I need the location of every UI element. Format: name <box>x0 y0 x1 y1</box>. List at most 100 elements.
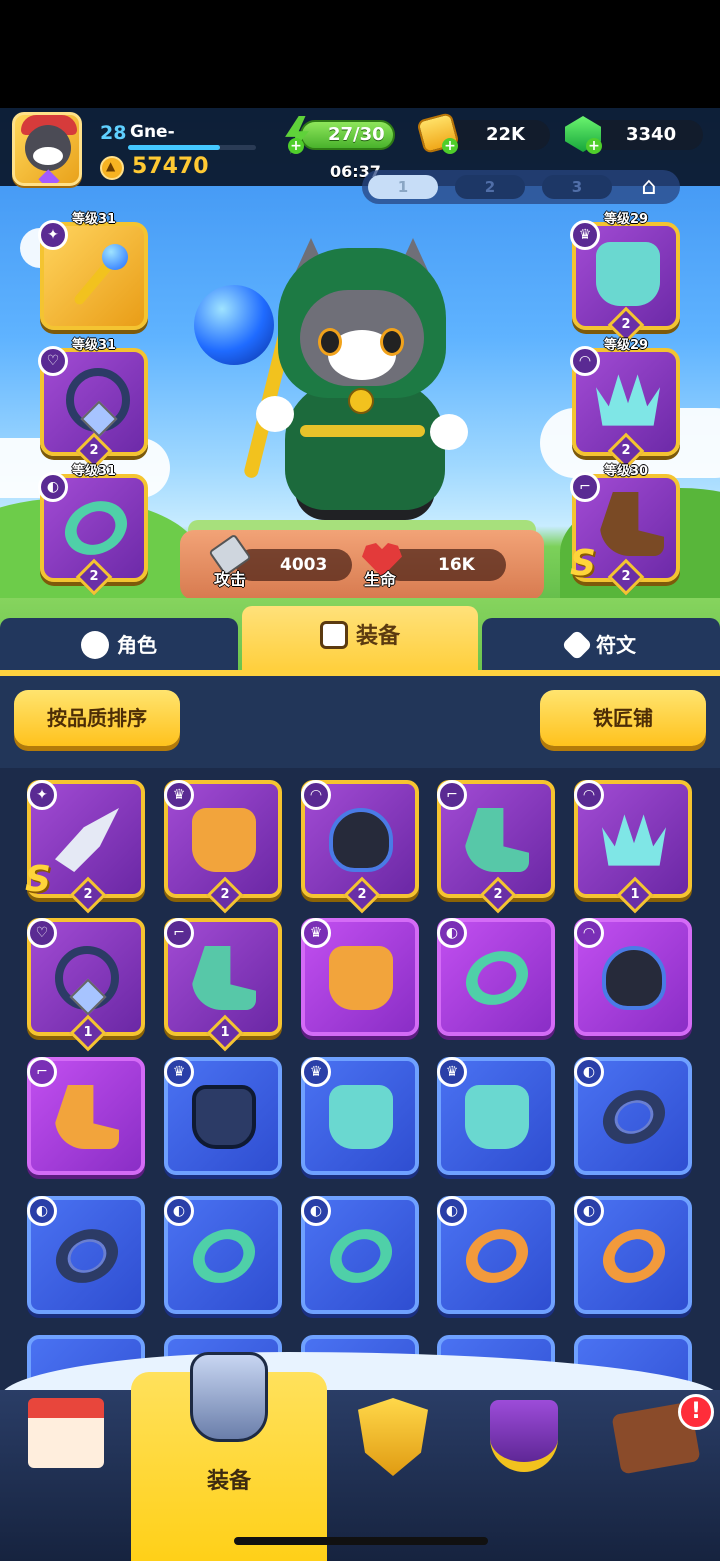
amulet-type-icon: ♡ <box>27 918 57 948</box>
blacksmith-button[interactable]: 铁匠铺 <box>540 690 706 746</box>
ring-icon <box>594 1219 674 1293</box>
armor-type-icon: ♛ <box>301 918 331 948</box>
inventory-item[interactable]: ⌐ 2 <box>437 780 555 914</box>
energy-value: 27/30 <box>328 124 385 145</box>
tab-equipment-label: 装备 <box>355 624 400 649</box>
inventory-item[interactable]: ◠ <box>574 918 692 1036</box>
armor-type-icon: ♛ <box>301 1057 331 1087</box>
inventory-item[interactable]: ◠ 2 <box>301 780 419 914</box>
bell-icon <box>348 388 374 414</box>
player-level: 28 <box>100 122 127 144</box>
add-energy-icon[interactable]: + <box>288 138 304 154</box>
crown-icon <box>596 374 660 426</box>
tab-character-label: 角色 <box>117 633 157 657</box>
inventory-item[interactable]: ♛ 2 <box>164 780 282 914</box>
equipped-helmet-slot[interactable]: 等级29 ◠ 2 <box>570 338 680 470</box>
inventory-item[interactable]: ♛ <box>301 918 419 1036</box>
inventory-item[interactable]: ♛ <box>301 1057 419 1175</box>
inventory-item[interactable]: ✦ S 2 <box>25 780 145 914</box>
ring-icon <box>321 1219 401 1293</box>
gem-value: 3340 <box>626 124 677 145</box>
player-avatar[interactable] <box>12 112 82 186</box>
equipped-armor-slot[interactable]: 等级29 ♛ 2 <box>570 212 680 344</box>
magic-orb-icon <box>194 285 274 365</box>
inventory-item[interactable]: ◐ <box>574 1057 692 1175</box>
cat-paw <box>430 414 468 450</box>
cat-eye <box>318 328 342 356</box>
amulet-icon <box>66 368 130 432</box>
tab-runes[interactable]: 符文 <box>482 618 720 672</box>
ring-icon <box>457 1219 537 1293</box>
ring-type-icon: ◐ <box>574 1196 604 1226</box>
ring-type-icon: ◐ <box>437 1196 467 1226</box>
ring-type-icon: ◐ <box>164 1196 194 1226</box>
equipped-weapon-slot[interactable]: 等级31 ✦ <box>38 212 148 330</box>
grade-badge: S <box>25 859 51 900</box>
cat-belt <box>300 425 425 437</box>
winged-boot-icon <box>600 492 664 556</box>
tab-equipment[interactable]: 装备 <box>242 606 478 672</box>
equipped-ring-slot[interactable]: 等级31 ◐ 2 <box>38 464 148 596</box>
amulet-type-icon: ♡ <box>38 346 68 376</box>
ring-type-icon: ◐ <box>574 1057 604 1087</box>
hanger-icon[interactable]: ⌂ <box>632 172 666 200</box>
inventory-item[interactable]: ♛ <box>164 1057 282 1175</box>
amulet-icon <box>55 946 119 1010</box>
notification-badge: ! <box>678 1394 714 1430</box>
tab-character[interactable]: 角色 <box>0 618 238 672</box>
inventory-item[interactable]: ◐ <box>574 1196 692 1314</box>
trophy-icon[interactable] <box>490 1400 558 1472</box>
inventory-item[interactable]: ◐ <box>437 1196 555 1314</box>
hp-pill: 16K <box>384 549 506 581</box>
helmet-type-icon: ◠ <box>574 780 604 810</box>
equipped-boots-slot[interactable]: 等级30 ⌐ S 2 <box>570 464 680 596</box>
ring-type-icon: ◐ <box>437 918 467 948</box>
chest-armor-icon <box>319 621 348 649</box>
boots-type-icon: ⌐ <box>437 780 467 810</box>
inventory-item[interactable]: ◐ <box>301 1196 419 1314</box>
shop-icon[interactable] <box>28 1398 104 1468</box>
inventory-item[interactable]: ♡ 1 <box>27 918 145 1052</box>
mask-icon <box>602 946 666 1010</box>
mask-icon <box>329 808 393 872</box>
boots-type-icon: ⌐ <box>27 1057 57 1087</box>
grade-badge: S <box>570 543 596 584</box>
player-name: Gne- <box>130 122 175 142</box>
sort-by-quality-button[interactable]: 按品质排序 <box>14 690 180 746</box>
preset-tab-3[interactable]: 3 <box>542 175 612 199</box>
cat-eye <box>380 328 404 356</box>
ring-icon <box>184 1219 264 1293</box>
attack-label: 攻击 <box>214 570 247 589</box>
add-gems-icon[interactable]: + <box>586 138 602 154</box>
inventory-item[interactable]: ◐ <box>27 1196 145 1314</box>
power-icon <box>100 156 124 180</box>
add-coins-icon[interactable]: + <box>442 138 458 154</box>
armor-type-icon: ♛ <box>164 1057 194 1087</box>
ring-icon <box>594 1080 674 1154</box>
hp-label: 生命 <box>364 570 397 589</box>
coin-value: 22K <box>486 124 525 145</box>
preset-tab-2[interactable]: 2 <box>455 175 525 199</box>
equipped-amulet-slot[interactable]: 等级31 ♡ 2 <box>38 338 148 470</box>
ring-type-icon: ◐ <box>38 472 68 502</box>
ring-icon <box>56 491 136 565</box>
inventory-item[interactable]: ⌐ <box>27 1057 145 1175</box>
armor-icon <box>329 1085 393 1149</box>
cape-armor-icon <box>192 1085 256 1149</box>
inventory-item[interactable]: ◐ <box>437 918 555 1036</box>
power-value: 57470 <box>132 154 209 179</box>
ring-type-icon: ◐ <box>27 1196 57 1226</box>
home-indicator[interactable] <box>234 1537 488 1545</box>
inventory-item[interactable]: ◐ <box>164 1196 282 1314</box>
armor-icon <box>465 1085 529 1149</box>
boots-type-icon: ⌐ <box>570 472 600 502</box>
boot-icon <box>192 946 256 1010</box>
magic-staff-icon <box>62 244 128 308</box>
inventory-item[interactable]: ⌐ 1 <box>164 918 282 1052</box>
equipment-armor-icon[interactable] <box>190 1352 268 1442</box>
inventory-item[interactable]: ♛ <box>437 1057 555 1175</box>
inventory-item[interactable]: ◠ 1 <box>574 780 692 914</box>
ring-icon <box>47 1219 127 1293</box>
preset-tab-1[interactable]: 1 <box>368 175 438 199</box>
ring-type-icon: ◐ <box>301 1196 331 1226</box>
